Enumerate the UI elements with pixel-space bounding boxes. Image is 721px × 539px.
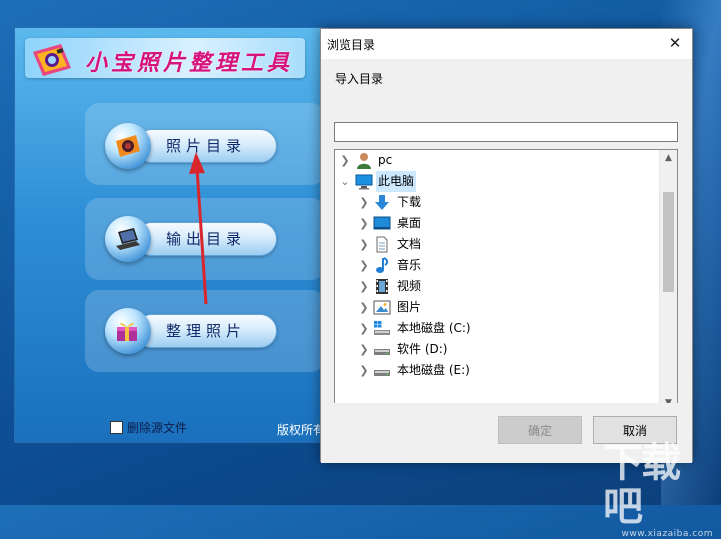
red-arrow-annotation <box>189 152 208 305</box>
tree-item-drive-c[interactable]: ❯ 本地磁盘 (C:) <box>335 318 660 339</box>
folder-tree-rows: ❯ pc ⌄ 此电脑 ❯ 下载 ❯ 桌面 ❯ 文档 ❯ 音乐 ❯ 视频 ❯ 图片… <box>335 150 660 381</box>
tree-item-label: 桌面 <box>397 216 422 230</box>
folder-tree[interactable]: ❯ pc ⌄ 此电脑 ❯ 下载 ❯ 桌面 ❯ 文档 ❯ 音乐 ❯ 视频 ❯ 图片… <box>334 149 678 413</box>
chevron-right-icon[interactable]: ❯ <box>358 276 370 297</box>
tree-item-label: pc <box>378 153 393 167</box>
tree-item-label: 本地磁盘 (E:) <box>397 363 470 377</box>
delete-source-checkbox-row[interactable]: 删除源文件 <box>110 419 187 436</box>
computer-icon <box>355 173 373 190</box>
chevron-right-icon[interactable]: ❯ <box>358 192 370 213</box>
folder-path-input[interactable] <box>334 122 678 142</box>
tree-item-videos[interactable]: ❯ 视频 <box>335 276 660 297</box>
tree-item-pictures[interactable]: ❯ 图片 <box>335 297 660 318</box>
tree-item-label: 图片 <box>397 300 422 314</box>
chevron-right-icon[interactable]: ❯ <box>358 213 370 234</box>
picture-icon <box>373 299 391 316</box>
tree-item-drive-d[interactable]: ❯ 软件 (D:) <box>335 339 660 360</box>
delete-source-checkbox[interactable] <box>110 421 123 434</box>
tree-item-label: 视频 <box>397 279 422 293</box>
drive-icon <box>373 341 391 358</box>
dialog-prompt: 导入目录 <box>335 72 384 86</box>
tree-item-label: 此电脑 <box>376 171 417 192</box>
tree-item-music[interactable]: ❯ 音乐 <box>335 255 660 276</box>
chevron-right-icon[interactable]: ❯ <box>358 234 370 255</box>
chevron-right-icon[interactable]: ❯ <box>358 318 370 339</box>
chevron-right-icon[interactable]: ❯ <box>339 150 351 171</box>
chevron-right-icon[interactable]: ❯ <box>358 255 370 276</box>
tree-item-drive-e[interactable]: ❯ 本地磁盘 (E:) <box>335 360 660 381</box>
user-icon <box>355 152 373 169</box>
windows-drive-icon <box>373 320 391 337</box>
tree-item-label: 下载 <box>397 195 422 209</box>
dialog-title: 浏览目录 <box>327 38 376 52</box>
tree-item-this-pc[interactable]: ⌄ 此电脑 <box>335 171 660 192</box>
copyright-text: 版权所有 <box>277 423 326 437</box>
chevron-right-icon[interactable]: ❯ <box>358 360 370 381</box>
desktop-icon <box>373 215 391 232</box>
tree-scrollbar[interactable]: ▲ ▼ <box>659 150 677 412</box>
delete-source-label: 删除源文件 <box>127 421 188 435</box>
tree-item-label: 软件 (D:) <box>397 342 448 356</box>
document-icon <box>373 236 391 253</box>
chevron-right-icon[interactable]: ❯ <box>358 339 370 360</box>
music-note-icon <box>373 257 391 274</box>
dialog-body: 导入目录 ❯ pc ⌄ 此电脑 ❯ 下载 ❯ 桌面 ❯ 文档 ❯ 音乐 ❯ 视频… <box>321 59 692 433</box>
chevron-down-icon[interactable]: ⌄ <box>339 171 351 192</box>
site-watermark-logo: 下载吧 www.xiazaiba.com <box>603 440 713 539</box>
tree-item-label: 文档 <box>397 237 422 251</box>
tree-item-documents[interactable]: ❯ 文档 <box>335 234 660 255</box>
tree-item-desktop[interactable]: ❯ 桌面 <box>335 213 660 234</box>
drive-icon <box>373 362 391 379</box>
tree-item-label: 音乐 <box>397 258 422 272</box>
close-icon[interactable]: ✕ <box>658 29 692 57</box>
app-window: 小宝照片整理工具 照片目录 输出目录 整理照片 删除源文件 版权所有 <box>14 27 330 443</box>
scrollbar-thumb[interactable] <box>663 192 674 292</box>
tree-item-downloads[interactable]: ❯ 下载 <box>335 192 660 213</box>
download-arrow-icon <box>373 194 391 211</box>
tree-item-pc[interactable]: ❯ pc <box>335 150 660 171</box>
ok-button[interactable]: 确定 <box>498 416 582 444</box>
dialog-titlebar[interactable]: 浏览目录 ✕ <box>321 29 692 59</box>
scroll-up-icon[interactable]: ▲ <box>660 150 677 167</box>
tree-item-label: 本地磁盘 (C:) <box>397 321 471 335</box>
chevron-right-icon[interactable]: ❯ <box>358 297 370 318</box>
browse-folder-dialog: 浏览目录 ✕ 导入目录 ❯ pc ⌄ 此电脑 ❯ 下载 ❯ 桌面 ❯ 文档 ❯ … <box>320 28 693 463</box>
film-icon <box>373 278 391 295</box>
